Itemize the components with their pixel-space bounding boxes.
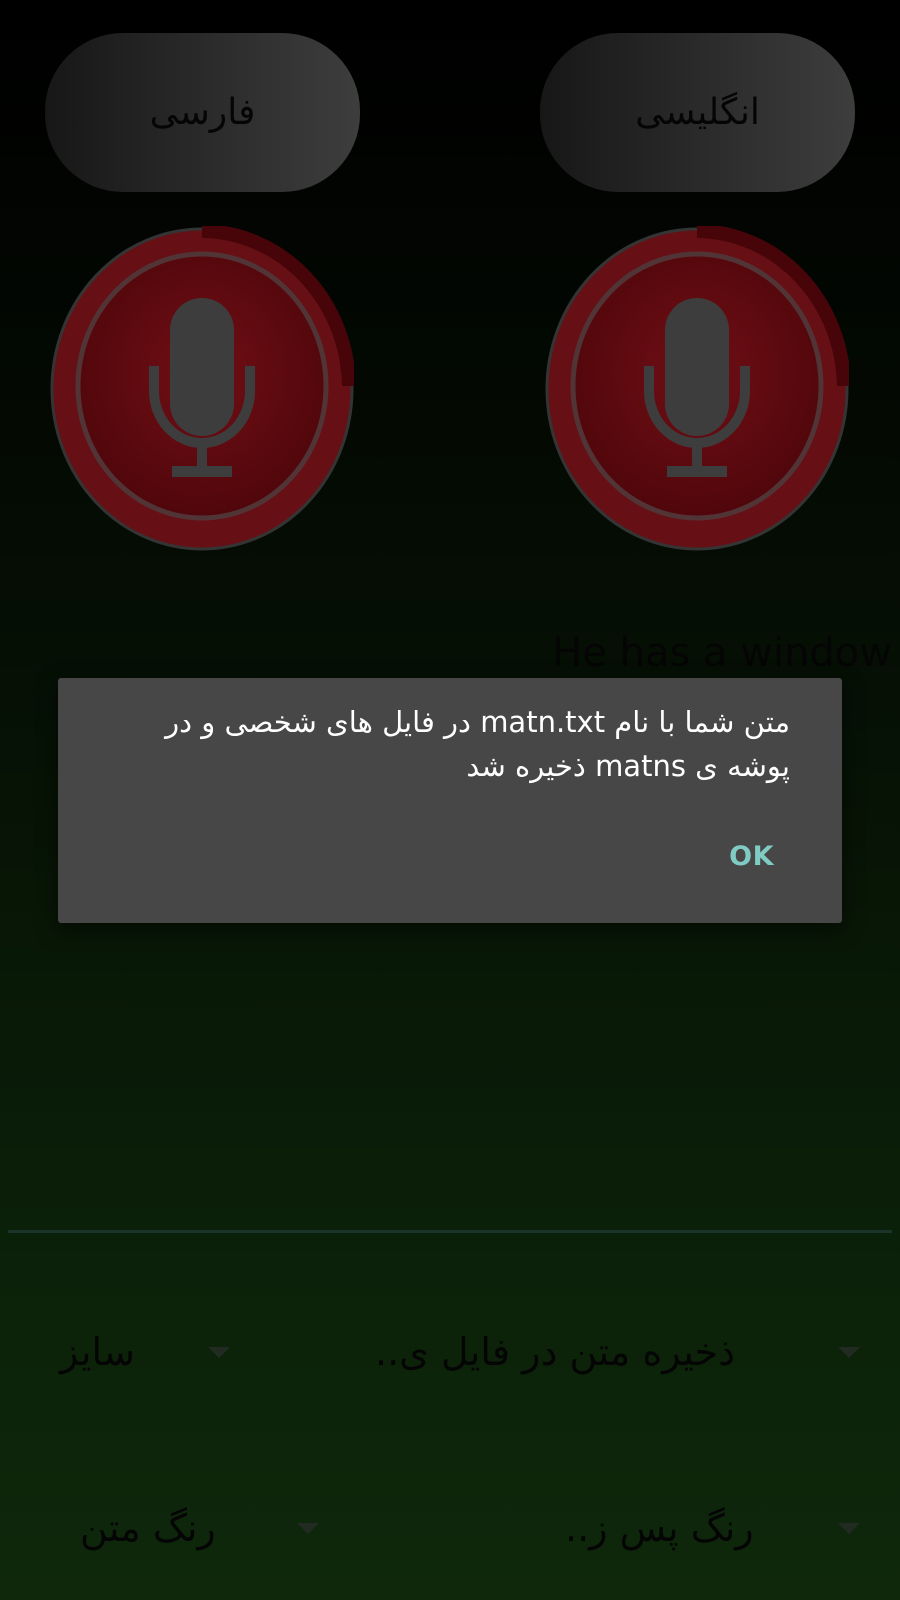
- save-confirmation-dialog: متن شما با نام matn.txt در فایل های شخصی…: [58, 678, 842, 923]
- ok-button[interactable]: OK: [729, 841, 774, 872]
- dialog-message: متن شما با نام matn.txt در فایل های شخصی…: [165, 705, 790, 783]
